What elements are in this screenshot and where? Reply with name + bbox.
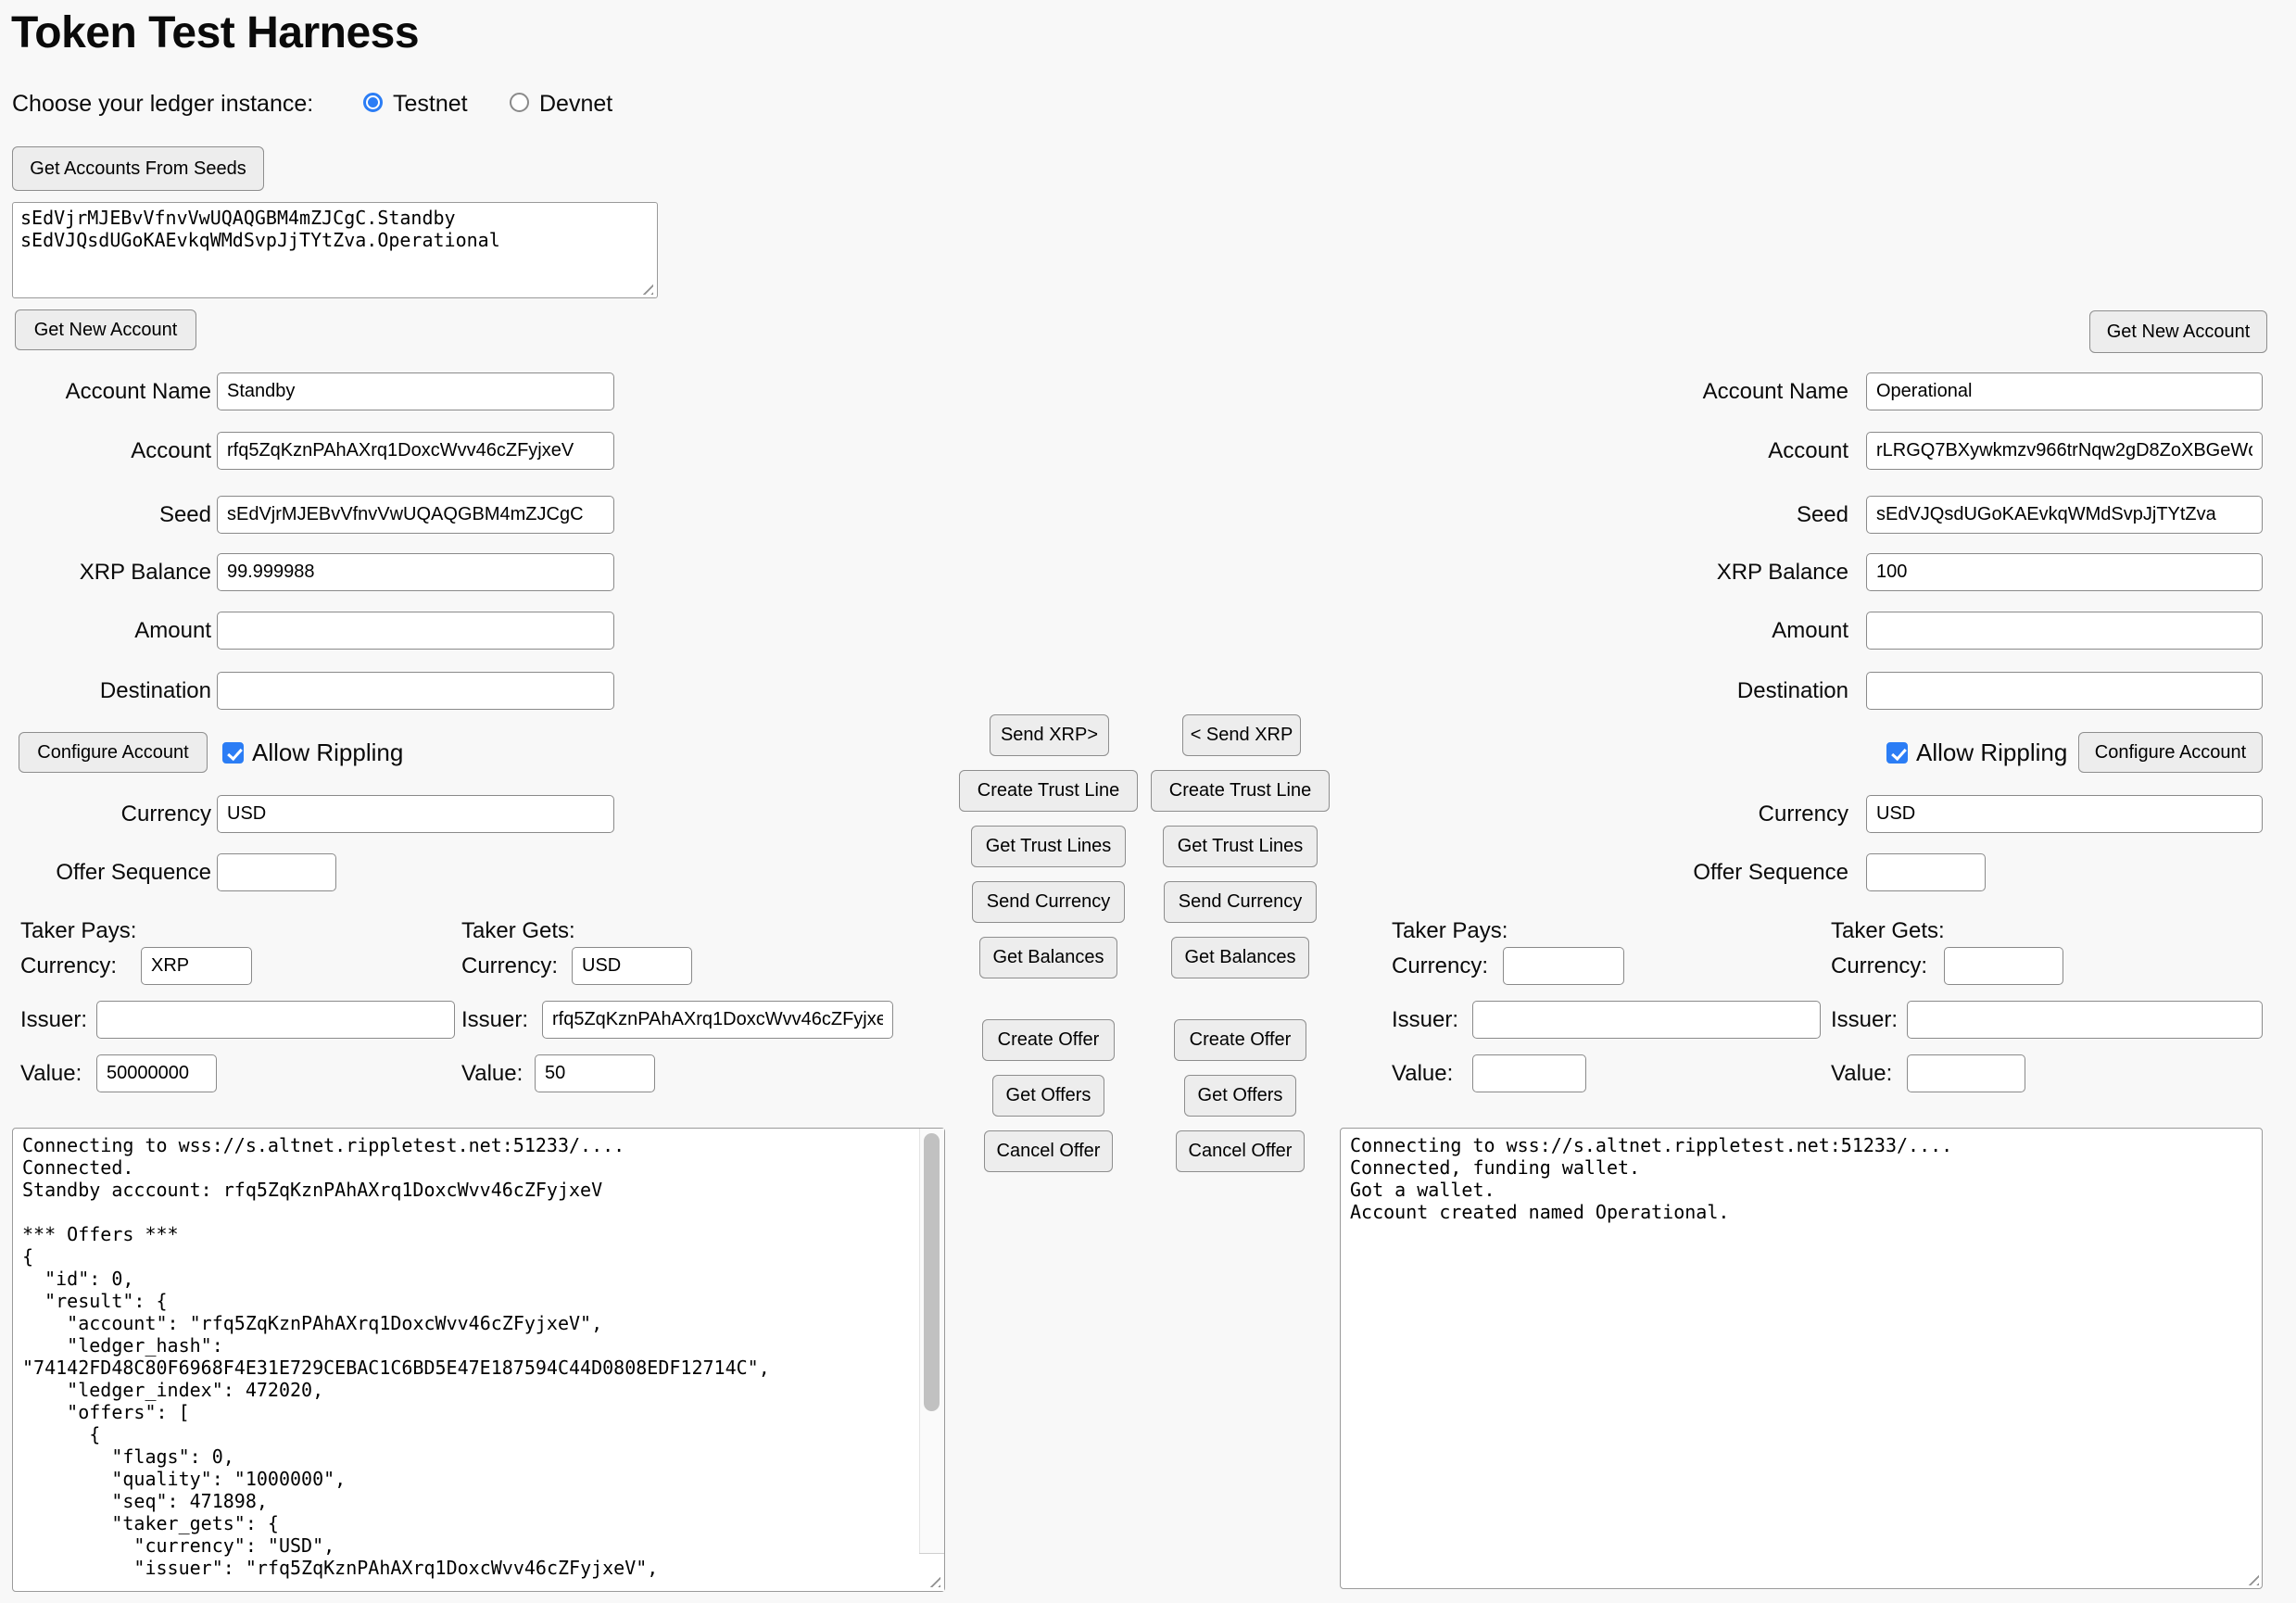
standby-taker-gets-value-label: Value: [461,1054,523,1092]
operational-destination-label: Destination [1575,672,1848,710]
token-test-harness-page: Token Test Harness Choose your ledger in… [0,0,2296,1603]
standby-destination-input[interactable] [217,672,614,710]
operational-amount-input[interactable] [1866,612,2263,650]
standby-offer-sequence-label: Offer Sequence [0,853,211,891]
standby-xrp-balance-input[interactable] [217,553,614,591]
operational-taker-pays-currency-label: Currency: [1392,947,1488,985]
standby-taker-pays-value-input[interactable] [96,1054,217,1092]
operational-cancel-offer-button[interactable]: Cancel Offer [1176,1130,1305,1172]
standby-taker-pays-currency-input[interactable] [141,947,252,985]
standby-account-name-label: Account Name [0,372,211,410]
operational-taker-gets-title: Taker Gets: [1831,917,1945,945]
devnet-label[interactable]: Devnet [539,90,612,118]
standby-account-label: Account [0,432,211,470]
operational-account-name-input[interactable] [1866,372,2263,410]
standby-destination-label: Destination [0,672,211,710]
operational-get-trust-lines-button[interactable]: Get Trust Lines [1163,826,1318,867]
operational-xrp-balance-label: XRP Balance [1575,553,1848,591]
page-title: Token Test Harness [11,7,419,58]
standby-taker-pays-issuer-input[interactable] [96,1001,455,1039]
standby-taker-pays-currency-label: Currency: [20,947,117,985]
operational-taker-pays-issuer-input[interactable] [1472,1001,1821,1039]
standby-taker-pays-issuer-label: Issuer: [20,1001,87,1039]
operational-allow-rippling-checkbox[interactable] [1886,742,1908,764]
operational-account-input[interactable] [1866,432,2263,470]
standby-cancel-offer-button[interactable]: Cancel Offer [984,1130,1113,1172]
operational-amount-label: Amount [1575,612,1848,650]
standby-send-currency-button[interactable]: Send Currency [972,881,1125,923]
standby-log-scrollbar-thumb[interactable] [924,1133,940,1411]
operational-log-textarea[interactable]: Connecting to wss://s.altnet.rippletest.… [1340,1128,2263,1589]
seeds-textarea[interactable]: sEdVjrMJEBvVfnvVwUQAQGBM4mZJCgC.Standby … [12,202,658,298]
standby-get-offers-button[interactable]: Get Offers [992,1075,1104,1117]
testnet-label[interactable]: Testnet [393,90,468,118]
standby-currency-label: Currency [0,795,211,833]
testnet-radio[interactable] [363,93,383,112]
operational-taker-gets-currency-input[interactable] [1944,947,2063,985]
operational-get-balances-button[interactable]: Get Balances [1171,937,1309,978]
standby-allow-rippling-checkbox[interactable] [222,742,244,764]
standby-account-name-input[interactable] [217,372,614,410]
operational-account-label: Account [1575,432,1848,470]
operational-taker-gets-issuer-input[interactable] [1907,1001,2263,1039]
standby-allow-rippling-label: Allow Rippling [252,732,403,773]
standby-taker-pays-title: Taker Pays: [20,917,136,945]
standby-send-xrp-button[interactable]: Send XRP> [990,714,1109,756]
standby-taker-gets-title: Taker Gets: [461,917,575,945]
operational-send-xrp-button[interactable]: < Send XRP [1182,714,1301,756]
operational-taker-pays-title: Taker Pays: [1392,917,1508,945]
standby-get-balances-button[interactable]: Get Balances [979,937,1117,978]
standby-get-trust-lines-button[interactable]: Get Trust Lines [971,826,1126,867]
standby-taker-pays-value-label: Value: [20,1054,82,1092]
operational-taker-gets-currency-label: Currency: [1831,947,1927,985]
standby-configure-account-button[interactable]: Configure Account [19,732,208,773]
standby-amount-input[interactable] [217,612,614,650]
operational-taker-gets-value-input[interactable] [1907,1054,2025,1092]
standby-seed-label: Seed [0,496,211,534]
operational-currency-input[interactable] [1866,795,2263,833]
operational-get-offers-button[interactable]: Get Offers [1184,1075,1296,1117]
standby-taker-gets-value-input[interactable] [535,1054,655,1092]
operational-currency-label: Currency [1575,795,1848,833]
operational-create-trust-line-button[interactable]: Create Trust Line [1151,770,1330,812]
operational-account-name-label: Account Name [1575,372,1848,410]
standby-log-textarea[interactable]: Connecting to wss://s.altnet.rippletest.… [12,1128,945,1592]
standby-create-trust-line-button[interactable]: Create Trust Line [959,770,1138,812]
get-accounts-from-seeds-button[interactable]: Get Accounts From Seeds [12,146,264,191]
standby-get-new-account-button[interactable]: Get New Account [15,309,196,350]
standby-taker-gets-issuer-label: Issuer: [461,1001,528,1039]
operational-taker-pays-issuer-label: Issuer: [1392,1001,1458,1039]
operational-taker-gets-value-label: Value: [1831,1054,1892,1092]
standby-amount-label: Amount [0,612,211,650]
operational-offer-sequence-input[interactable] [1866,853,1986,891]
standby-currency-input[interactable] [217,795,614,833]
standby-seed-input[interactable] [217,496,614,534]
operational-configure-account-button[interactable]: Configure Account [2078,732,2263,773]
operational-offer-sequence-label: Offer Sequence [1575,853,1848,891]
operational-taker-pays-value-input[interactable] [1472,1054,1586,1092]
ledger-instance-label: Choose your ledger instance: [12,90,313,118]
operational-allow-rippling-label: Allow Rippling [1916,732,2067,773]
operational-taker-pays-currency-input[interactable] [1503,947,1624,985]
standby-create-offer-button[interactable]: Create Offer [982,1019,1115,1061]
operational-taker-pays-value-label: Value: [1392,1054,1453,1092]
operational-send-currency-button[interactable]: Send Currency [1164,881,1317,923]
standby-taker-gets-currency-label: Currency: [461,947,558,985]
standby-offer-sequence-input[interactable] [217,853,336,891]
operational-taker-gets-issuer-label: Issuer: [1831,1001,1898,1039]
operational-xrp-balance-input[interactable] [1866,553,2263,591]
standby-taker-gets-currency-input[interactable] [572,947,692,985]
operational-create-offer-button[interactable]: Create Offer [1174,1019,1306,1061]
devnet-radio[interactable] [510,93,529,112]
operational-get-new-account-button[interactable]: Get New Account [2089,310,2267,353]
standby-account-input[interactable] [217,432,614,470]
operational-seed-input[interactable] [1866,496,2263,534]
operational-seed-label: Seed [1575,496,1848,534]
operational-destination-input[interactable] [1866,672,2263,710]
standby-xrp-balance-label: XRP Balance [0,553,211,591]
standby-taker-gets-issuer-input[interactable] [542,1001,893,1039]
